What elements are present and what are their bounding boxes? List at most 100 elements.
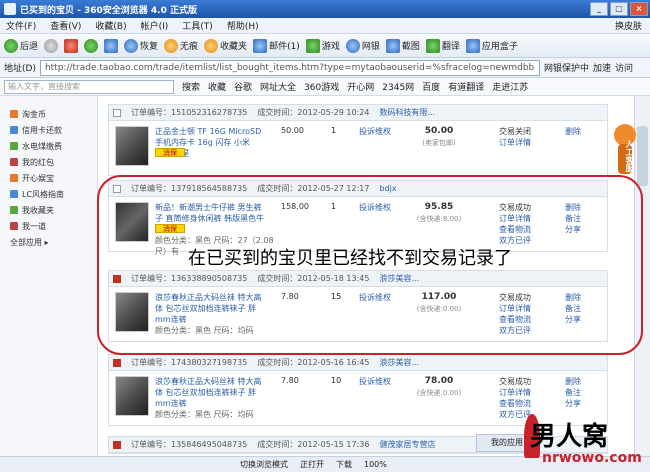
fav-youdao[interactable]: 有道翻译: [448, 80, 484, 93]
forward-button[interactable]: [44, 38, 59, 53]
product-thumbnail[interactable]: [115, 126, 149, 166]
window-title: 已买到的宝贝 - 360安全浏览器 4.0 正式版: [20, 5, 197, 16]
menu-favorites[interactable]: 收藏(B): [95, 19, 126, 32]
go-button[interactable]: 访问: [615, 61, 633, 74]
netbank-protect-indicator[interactable]: 网银保护中: [544, 61, 589, 74]
product-thumbnail[interactable]: [115, 202, 149, 242]
fav-jiangsu[interactable]: 走进江苏: [492, 80, 528, 93]
logistics-link[interactable]: 查看物流: [499, 224, 555, 235]
complaint-link[interactable]: 投诉维权: [359, 126, 391, 137]
rated-link[interactable]: 双方已评: [499, 325, 555, 336]
sidebar-item-style[interactable]: LC风格指南: [10, 186, 91, 202]
refresh-button[interactable]: [84, 38, 99, 53]
skin-button[interactable]: 换皮肤: [615, 19, 642, 32]
restore-icon: [124, 38, 139, 53]
fav-google[interactable]: 谷歌: [234, 80, 252, 93]
fav-kaixin[interactable]: 开心网: [347, 80, 374, 93]
stop-button[interactable]: [64, 38, 79, 53]
search-input[interactable]: 输入文字，直接搜索: [4, 79, 174, 94]
logistics-link[interactable]: 查看物流: [499, 314, 555, 325]
fav-sitenav[interactable]: 网址大全: [260, 80, 296, 93]
fav-2345[interactable]: 2345网: [382, 80, 414, 93]
speedup-button[interactable]: 加速: [593, 61, 611, 74]
complaint-link[interactable]: 投诉维权: [359, 202, 391, 213]
sidebar-item-kaixin[interactable]: 开心娱宝: [10, 170, 91, 186]
mail-button[interactable]: 邮件(1): [253, 38, 300, 53]
order-detail-link[interactable]: 订单详情: [499, 303, 555, 314]
sidebar-item-creditcard[interactable]: 信用卡还款: [10, 122, 91, 138]
delete-link[interactable]: 删除: [565, 202, 605, 213]
opening-indicator[interactable]: 正打开: [300, 459, 324, 470]
fav-360game[interactable]: 360游戏: [304, 80, 339, 93]
sidebar-item-utilities[interactable]: 水电煤缴费: [10, 138, 91, 154]
order-total: 117.00: [421, 292, 457, 302]
menu-account[interactable]: 帐户(I): [141, 19, 169, 32]
game-button[interactable]: 游戏: [305, 38, 340, 53]
menu-tools[interactable]: 工具(T): [182, 19, 213, 32]
logistics-link[interactable]: 查看物流: [499, 398, 555, 409]
screenshot-button[interactable]: 截图: [385, 38, 420, 53]
note-link[interactable]: 备注: [565, 303, 605, 314]
seller-link[interactable]: 浪莎美容...: [379, 273, 419, 284]
complaint-link[interactable]: 投诉维权: [359, 292, 391, 303]
product-name[interactable]: 浪莎春秋正品大码丝袜 特大高体 包芯丝双加档连裤袜子 胖mm连裤: [155, 292, 265, 325]
minimize-button[interactable]: _: [590, 2, 608, 16]
paw-icon: [164, 38, 179, 53]
unit-price: 7.80: [281, 376, 299, 385]
maximize-button[interactable]: □: [610, 2, 628, 16]
order-checkbox[interactable]: [113, 108, 121, 117]
share-link[interactable]: 分享: [565, 398, 605, 409]
delete-link[interactable]: 删除: [565, 126, 605, 137]
product-thumbnail[interactable]: [115, 292, 149, 332]
sidebar-item-taojinbi[interactable]: 淘金币: [10, 106, 91, 122]
delete-link[interactable]: 删除: [565, 292, 605, 303]
favorites-button[interactable]: 收藏夹: [204, 38, 247, 53]
note-link[interactable]: 备注: [565, 387, 605, 398]
sidebar-item-other[interactable]: 我一道: [10, 218, 91, 234]
sidebar-all-apps[interactable]: 全部应用 ▸: [10, 234, 91, 250]
order-time: 成交时间：2012-05-18 13:45: [257, 274, 370, 283]
seller-link[interactable]: 数码科技有限...: [379, 107, 435, 118]
menu-help[interactable]: 帮助(H): [227, 19, 259, 32]
fav-search[interactable]: 搜索: [182, 80, 200, 93]
delete-link[interactable]: 删除: [565, 376, 605, 387]
appbox-button[interactable]: 应用盒子: [465, 38, 518, 53]
share-link[interactable]: 分享: [565, 224, 605, 235]
restore-button[interactable]: 恢复: [124, 38, 158, 53]
fav-baidu[interactable]: 百度: [422, 80, 440, 93]
noimg-button[interactable]: 无痕: [164, 38, 198, 53]
seller-link[interactable]: 健茂家居专营店: [379, 439, 435, 450]
note-link[interactable]: 备注: [565, 213, 605, 224]
product-name[interactable]: 浪莎春秋正品大码丝袜 特大高体 包芯丝双加档连裤袜子 胖mm连裤: [155, 376, 265, 409]
fav-bookmarks[interactable]: 收藏: [208, 80, 226, 93]
sidebar-item-fav[interactable]: 我收藏夹: [10, 202, 91, 218]
order-status: 交易成功 订单详情 查看物流 双方已评: [499, 202, 555, 246]
order-detail-link[interactable]: 订单详情: [499, 213, 555, 224]
complaint-link[interactable]: 投诉维权: [359, 376, 391, 387]
order-total: 78.00: [424, 376, 454, 386]
url-input[interactable]: http://trade.taobao.com/trade/itemlist/l…: [39, 59, 540, 76]
menu-file[interactable]: 文件(F): [6, 19, 36, 32]
download-button[interactable]: 下载: [336, 459, 352, 470]
order-checkbox[interactable]: [113, 184, 121, 193]
scroll-thumb[interactable]: [637, 126, 648, 186]
share-link[interactable]: 分享: [565, 314, 605, 325]
customer-service-label[interactable]: 人工客服: [620, 140, 634, 172]
zoom-level[interactable]: 100%: [364, 460, 387, 469]
sidebar-item-redpacket[interactable]: 我的红包: [10, 154, 91, 170]
order-detail-link[interactable]: 订单详情: [499, 387, 555, 398]
refresh-icon: [84, 38, 99, 53]
close-button[interactable]: ×: [630, 2, 648, 16]
switch-mode-button[interactable]: 切换浏览模式: [240, 459, 288, 470]
translate-button[interactable]: 翻译: [425, 38, 460, 53]
seller-link[interactable]: bdjx: [379, 184, 396, 193]
netbank-button[interactable]: 网银: [345, 38, 380, 53]
order-detail-link[interactable]: 订单详情: [499, 137, 555, 148]
seller-link[interactable]: 浪莎美容...: [379, 357, 419, 368]
order-time: 成交时间：2012-05-27 12:17: [257, 184, 370, 193]
product-thumbnail[interactable]: [115, 376, 149, 416]
menu-view[interactable]: 查看(V): [50, 19, 81, 32]
order-card: 订单编号：137918564588735 成交时间：2012-05-27 12:…: [108, 180, 608, 256]
back-button[interactable]: 后退: [4, 38, 38, 53]
home-button[interactable]: [104, 38, 119, 53]
